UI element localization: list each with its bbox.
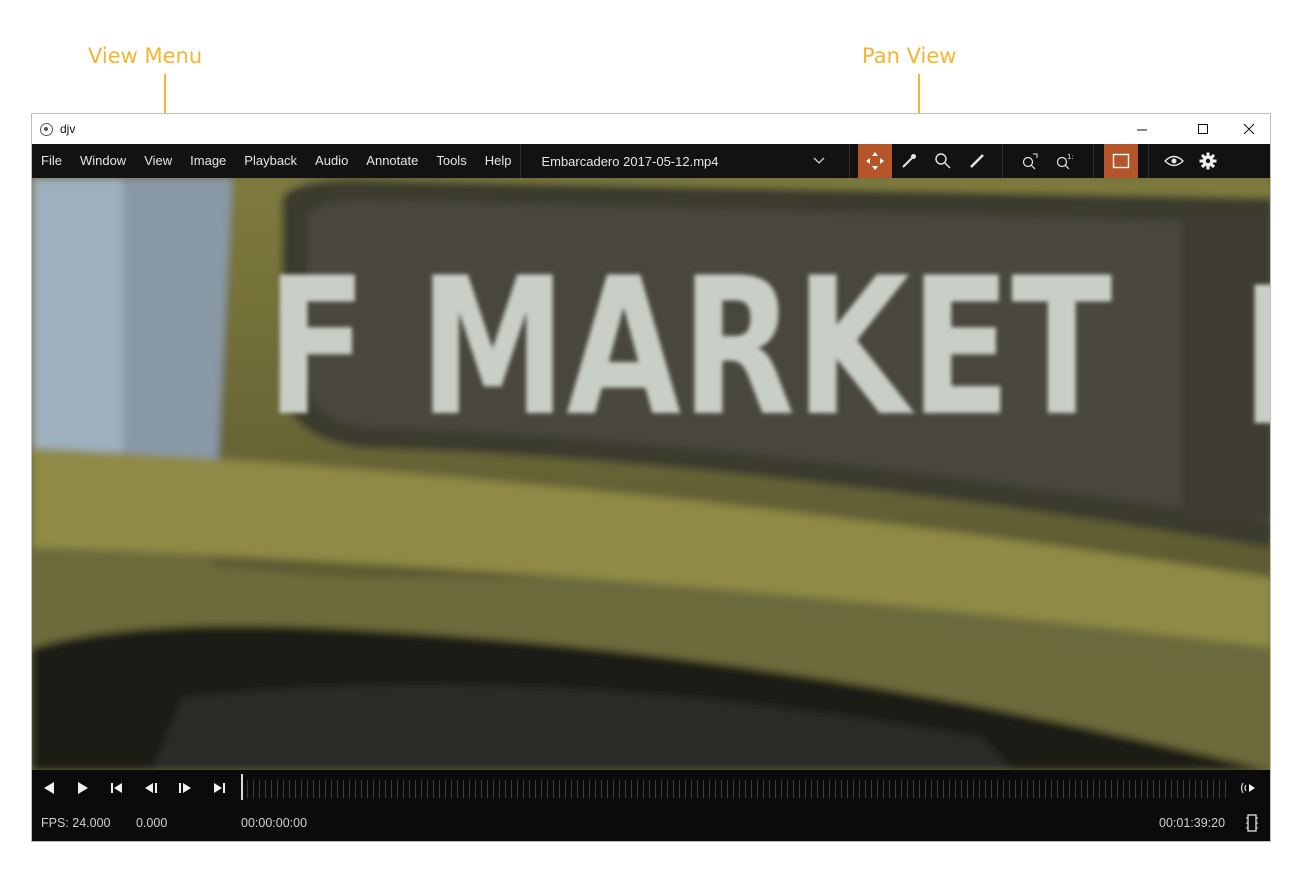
menu-bar: File Window View Image Playback Audio An… bbox=[32, 144, 1270, 178]
cache-icon[interactable] bbox=[1245, 813, 1259, 836]
audio-icon[interactable] bbox=[1232, 770, 1266, 806]
settings-gear-icon[interactable] bbox=[1191, 144, 1225, 178]
speed-readout[interactable]: 0.000 bbox=[136, 816, 167, 830]
menu-annotate[interactable]: Annotate bbox=[357, 144, 427, 178]
timeline-bar bbox=[32, 770, 1270, 806]
maximize-icon[interactable] bbox=[1180, 114, 1225, 144]
minimize-icon[interactable] bbox=[1119, 114, 1164, 144]
play-reverse-icon[interactable] bbox=[32, 770, 66, 806]
color-picker-icon[interactable] bbox=[892, 144, 926, 178]
svg-text:1:1: 1:1 bbox=[1067, 153, 1074, 161]
window-title: djv bbox=[60, 122, 76, 136]
sign-text-right: F bbox=[1241, 248, 1270, 469]
menu-tools[interactable]: Tools bbox=[427, 144, 475, 178]
fps-readout: FPS: 24.000 bbox=[41, 816, 111, 830]
file-combo-label: Embarcadero 2017-05-12.mp4 bbox=[541, 153, 719, 169]
file-combo[interactable]: Embarcadero 2017-05-12.mp4 bbox=[521, 144, 837, 178]
annotate-pencil-icon[interactable] bbox=[960, 144, 994, 178]
title-bar: djv bbox=[32, 114, 1270, 144]
video-viewport[interactable]: F MARKET F bbox=[32, 178, 1270, 770]
zoom-actual-icon[interactable]: 1:1 bbox=[1047, 144, 1081, 178]
toolbar-separator-2 bbox=[1002, 144, 1004, 178]
menu-help[interactable]: Help bbox=[476, 144, 521, 178]
menu-view[interactable]: View bbox=[135, 144, 181, 178]
view-menu-callout: View Menu bbox=[88, 44, 203, 68]
play-forward-icon[interactable] bbox=[66, 770, 100, 806]
zoom-fit-icon[interactable] bbox=[1013, 144, 1047, 178]
eye-icon[interactable] bbox=[1157, 144, 1191, 178]
pan-icon[interactable] bbox=[858, 144, 893, 178]
magnify-icon[interactable] bbox=[926, 144, 960, 178]
chevron-down-icon bbox=[813, 157, 825, 164]
timeline-ticks[interactable] bbox=[241, 780, 1226, 798]
app-logo-icon bbox=[40, 122, 53, 136]
status-bar: FPS: 24.000 0.000 00:00:00:00 00:01:39:2… bbox=[32, 806, 1270, 841]
menu-playback[interactable]: Playback bbox=[235, 144, 306, 178]
menu-window[interactable]: Window bbox=[71, 144, 135, 178]
go-end-icon[interactable] bbox=[202, 770, 236, 806]
duration: 00:01:39:20 bbox=[1159, 816, 1226, 830]
frame-icon[interactable] bbox=[1104, 144, 1139, 178]
menu-image[interactable]: Image bbox=[181, 144, 235, 178]
timeline-playhead[interactable] bbox=[241, 774, 243, 800]
menu-file[interactable]: File bbox=[32, 144, 71, 178]
app-window: djv File Window View Image Playback Audi… bbox=[31, 113, 1271, 842]
sign-text: F MARKET bbox=[266, 238, 1112, 459]
step-forward-icon[interactable] bbox=[168, 770, 202, 806]
video-frame: F MARKET F bbox=[32, 178, 1270, 770]
close-icon[interactable] bbox=[1226, 114, 1270, 144]
toolbar-separator bbox=[849, 144, 851, 178]
go-start-icon[interactable] bbox=[100, 770, 134, 806]
step-back-icon[interactable] bbox=[134, 770, 168, 806]
menu-audio[interactable]: Audio bbox=[306, 144, 357, 178]
current-time[interactable]: 00:00:00:00 bbox=[241, 816, 307, 830]
toolbar-separator-4 bbox=[1148, 144, 1150, 178]
pan-view-callout: Pan View bbox=[862, 44, 957, 68]
toolbar-separator-3 bbox=[1093, 144, 1095, 178]
